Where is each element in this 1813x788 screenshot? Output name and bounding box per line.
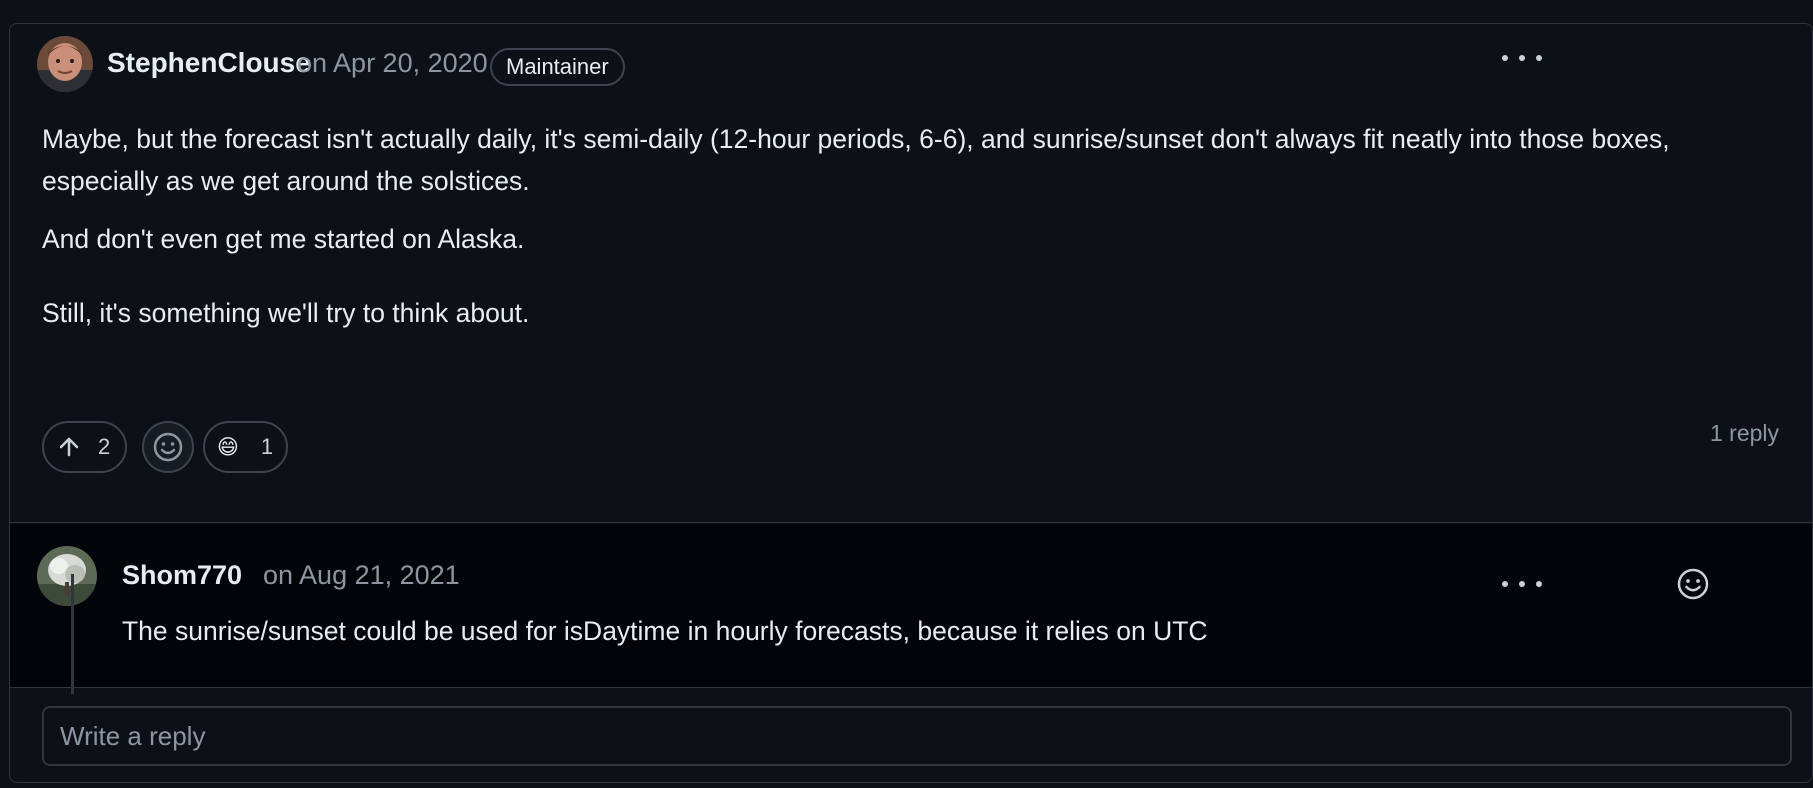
reply-input[interactable]	[42, 706, 1792, 766]
comment-paragraph: Maybe, but the forecast isn't actually d…	[42, 124, 1670, 196]
smiley-icon	[153, 432, 183, 462]
discussion-comment-card: StephenClouse on Apr 20, 2020 Maintainer…	[9, 23, 1813, 783]
reply-text: The sunrise/sunset could be used for isD…	[122, 616, 1208, 646]
smiley-icon	[1677, 568, 1709, 600]
reply-add-reaction-button[interactable]	[1676, 567, 1710, 601]
comment-paragraph: Still, it's something we'll try to think…	[42, 298, 530, 328]
smile-emoji-icon: 😄	[217, 435, 239, 459]
reply-author-link[interactable]: Shom770	[122, 560, 242, 591]
dot-icon	[1519, 55, 1525, 61]
dot-icon	[1502, 55, 1508, 61]
comment-paragraph: And don't even get me started on Alaska.	[42, 224, 525, 254]
dot-icon	[1536, 581, 1542, 587]
emoji-reaction-button[interactable]: 😄 1	[203, 421, 288, 473]
reply-more-options-button[interactable]	[1502, 574, 1542, 594]
upvote-count: 2	[98, 434, 111, 459]
comment-date[interactable]: on Apr 20, 2020	[297, 48, 488, 79]
reply-date[interactable]: on Aug 21, 2021	[263, 560, 460, 591]
dot-icon	[1519, 581, 1525, 587]
comment: StephenClouse on Apr 20, 2020 Maintainer…	[10, 24, 1812, 523]
comment-more-options-button[interactable]	[1502, 48, 1542, 68]
replies-count: 1 reply	[1710, 420, 1780, 446]
arrow-up-icon	[59, 437, 79, 457]
reply-thread: Shom770 on Aug 21, 2021 The sunrise/suns…	[10, 524, 1812, 694]
user-avatar-icon[interactable]	[37, 546, 97, 606]
dot-icon	[1502, 581, 1508, 587]
upvote-button[interactable]: 2	[42, 421, 127, 473]
user-avatar-icon[interactable]	[37, 36, 93, 92]
emoji-reaction-count: 1	[260, 434, 274, 459]
add-reaction-button[interactable]	[142, 421, 194, 473]
maintainer-badge: Maintainer	[490, 48, 625, 86]
dot-icon	[1536, 55, 1542, 61]
thread-line	[71, 574, 74, 694]
comment-author-link[interactable]: StephenClouse	[107, 47, 311, 79]
